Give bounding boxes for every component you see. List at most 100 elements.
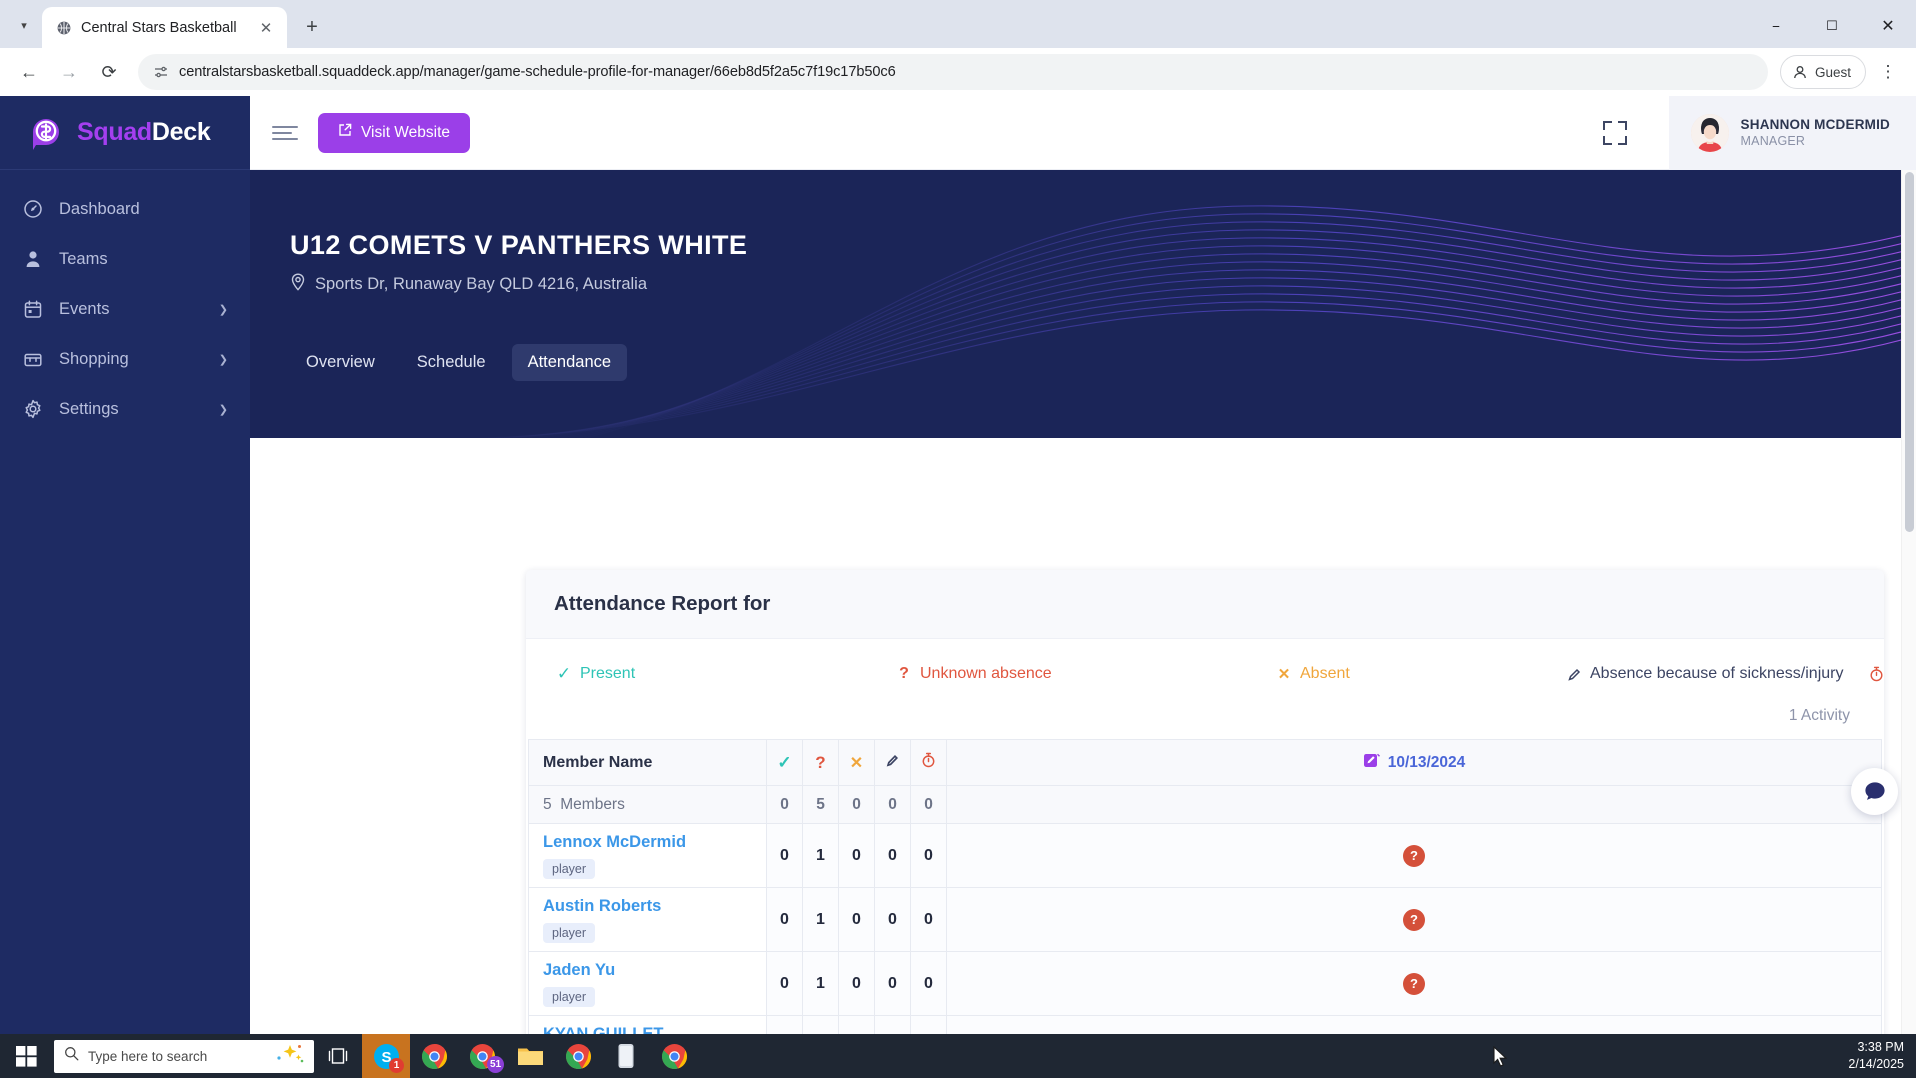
new-tab-button[interactable]: + <box>295 10 329 44</box>
tab-search-dropdown-icon[interactable]: ▾ <box>6 7 42 43</box>
chrome-icon <box>660 1042 688 1070</box>
tab-overview[interactable]: Overview <box>290 344 391 381</box>
fullscreen-icon[interactable] <box>1602 120 1627 145</box>
date-header-label: 10/13/2024 <box>1387 753 1466 771</box>
user-meta: SHANNON MCDERMID MANAGER <box>1741 116 1890 150</box>
table-header-row: Member Name ✓ ? ✕ 10/13/2024 <box>528 739 1882 786</box>
status-cell[interactable]: ? <box>946 951 1882 1016</box>
status-badge[interactable]: ? <box>1403 844 1425 867</box>
taskbar-chrome-3[interactable] <box>554 1034 602 1078</box>
user-menu[interactable]: SHANNON MCDERMID MANAGER <box>1668 96 1916 170</box>
summary-total-late: 0 <box>910 785 947 824</box>
maximize-button[interactable]: ☐ <box>1804 6 1860 46</box>
profile-button[interactable]: Guest <box>1779 55 1866 89</box>
visit-website-button[interactable]: Visit Website <box>318 112 471 153</box>
count-late: 0 <box>910 887 947 952</box>
count-absent: 0 <box>838 951 875 1016</box>
site-settings-icon[interactable] <box>152 64 169 81</box>
taskbar-file-explorer[interactable] <box>506 1034 554 1078</box>
member-name-link[interactable]: Austin Roberts <box>543 897 754 916</box>
taskbar-phone-link[interactable] <box>602 1034 650 1078</box>
brand-primary: Squad <box>77 118 152 146</box>
legend-label: Unknown absence <box>920 665 1052 682</box>
avatar <box>1690 113 1729 152</box>
brand-secondary: Deck <box>151 118 211 146</box>
browser-tab[interactable]: Central Stars Basketball ✕ <box>42 7 287 48</box>
sidebar-item-dashboard[interactable]: Dashboard <box>0 184 250 234</box>
taskbar-search[interactable]: Type here to search <box>54 1039 314 1073</box>
scrollbar-thumb[interactable] <box>1905 172 1914 532</box>
reload-icon[interactable]: ⟳ <box>92 55 126 89</box>
url-text: centralstarsbasketball.squaddeck.app/man… <box>179 64 896 80</box>
sidebar-item-events[interactable]: Events ❯ <box>0 284 250 334</box>
summary-label-cell: 5 Members <box>528 785 767 824</box>
forward-icon[interactable]: → <box>52 55 86 89</box>
status-badge[interactable]: ? <box>1403 972 1425 995</box>
map-pin-icon <box>290 273 306 296</box>
brand-text: SquadDeck <box>77 118 211 147</box>
hero-tab-bar: Overview Schedule Attendance <box>290 344 1916 381</box>
taskbar-chrome-4[interactable] <box>650 1034 698 1078</box>
person-icon <box>1794 66 1806 79</box>
taskbar-skype[interactable]: S 1 <box>362 1034 410 1078</box>
sidebar-item-shopping[interactable]: Shopping ❯ <box>0 334 250 384</box>
member-name-link[interactable]: Lennox McDermid <box>543 833 754 852</box>
page-viewport: SquadDeck Dashboard Teams Events ❯ Shopp… <box>0 96 1916 1034</box>
sidebar-toggle-icon[interactable] <box>272 123 298 143</box>
member-cell: Austin Roberts player <box>528 887 767 952</box>
status-cell[interactable]: ? <box>946 887 1882 952</box>
back-icon[interactable]: ← <box>12 55 46 89</box>
tab-attendance[interactable]: Attendance <box>511 344 628 381</box>
table-row: Lennox McDermid player 0 1 0 0 0 ? <box>528 823 1882 888</box>
browser-window: ▾ Central Stars Basketball ✕ + ⎯ ☐ ✕ ← →… <box>0 0 1916 1078</box>
member-cell: KYAN GUILLET player <box>528 1015 767 1035</box>
chat-widget-button[interactable] <box>1851 768 1898 815</box>
chevron-right-icon: ❯ <box>218 403 228 416</box>
status-cell[interactable]: ? <box>946 823 1882 888</box>
close-window-button[interactable]: ✕ <box>1860 6 1916 46</box>
taskbar-chrome-1[interactable] <box>410 1034 458 1078</box>
count-present: 0 <box>766 1015 803 1034</box>
address-bar[interactable]: centralstarsbasketball.squaddeck.app/man… <box>138 54 1768 90</box>
sidebar-item-label: Dashboard <box>59 199 140 218</box>
gear-icon <box>22 399 43 420</box>
chevron-right-icon: ❯ <box>218 353 228 366</box>
taskbar-search-placeholder: Type here to search <box>88 1048 208 1064</box>
tab-title: Central Stars Basketball <box>81 19 237 36</box>
task-view-button[interactable] <box>314 1034 362 1078</box>
sidebar-item-label: Settings <box>59 399 119 418</box>
member-name-link[interactable]: Jaden Yu <box>543 961 754 980</box>
taskbar-chrome-2[interactable]: 51 <box>458 1034 506 1078</box>
page-title: U12 COMETS V PANTHERS WHITE <box>290 230 748 260</box>
column-header-pencil-icon <box>874 739 911 786</box>
chrome-icon <box>420 1042 448 1070</box>
system-tray: 3:38 PM 2/14/2025 <box>1848 1039 1916 1073</box>
status-cell[interactable]: ? <box>946 1015 1882 1034</box>
close-tab-icon[interactable]: ✕ <box>255 17 277 39</box>
brand-logo[interactable]: SquadDeck <box>0 96 250 170</box>
column-header-stopwatch-icon <box>910 739 947 786</box>
start-button[interactable] <box>0 1034 52 1078</box>
member-name-link[interactable]: KYAN GUILLET <box>543 1025 754 1035</box>
minimize-button[interactable]: ⎯ <box>1748 6 1804 46</box>
tab-schedule[interactable]: Schedule <box>401 344 502 381</box>
dashboard-icon <box>22 199 43 220</box>
page-scrollbar[interactable] <box>1901 170 1916 1034</box>
sidebar-item-settings[interactable]: Settings ❯ <box>0 384 250 434</box>
copilot-sparkle-icon[interactable] <box>274 1043 304 1070</box>
status-badge[interactable]: ? <box>1403 908 1425 931</box>
count-late: 0 <box>910 1015 947 1034</box>
column-header-date[interactable]: 10/13/2024 <box>946 739 1882 786</box>
attendance-report-card: Attendance Report for ✓ Present ? Unknow… <box>526 570 1884 1034</box>
count-late: 0 <box>910 823 947 888</box>
count-sickness: 0 <box>874 823 911 888</box>
count-absent: 0 <box>838 887 875 952</box>
table-row: Austin Roberts player 0 1 0 0 0 ? <box>528 887 1882 952</box>
question-icon: ? <box>899 665 909 682</box>
clock-date: 2/14/2025 <box>1848 1057 1904 1071</box>
taskbar-clock[interactable]: 3:38 PM 2/14/2025 <box>1848 1039 1904 1073</box>
table-head: Member Name ✓ ? ✕ 10/13/2024 <box>528 739 1882 786</box>
count-unknown: 1 <box>802 823 839 888</box>
sidebar-item-teams[interactable]: Teams <box>0 234 250 284</box>
browser-menu-icon[interactable]: ⋮ <box>1872 56 1904 88</box>
